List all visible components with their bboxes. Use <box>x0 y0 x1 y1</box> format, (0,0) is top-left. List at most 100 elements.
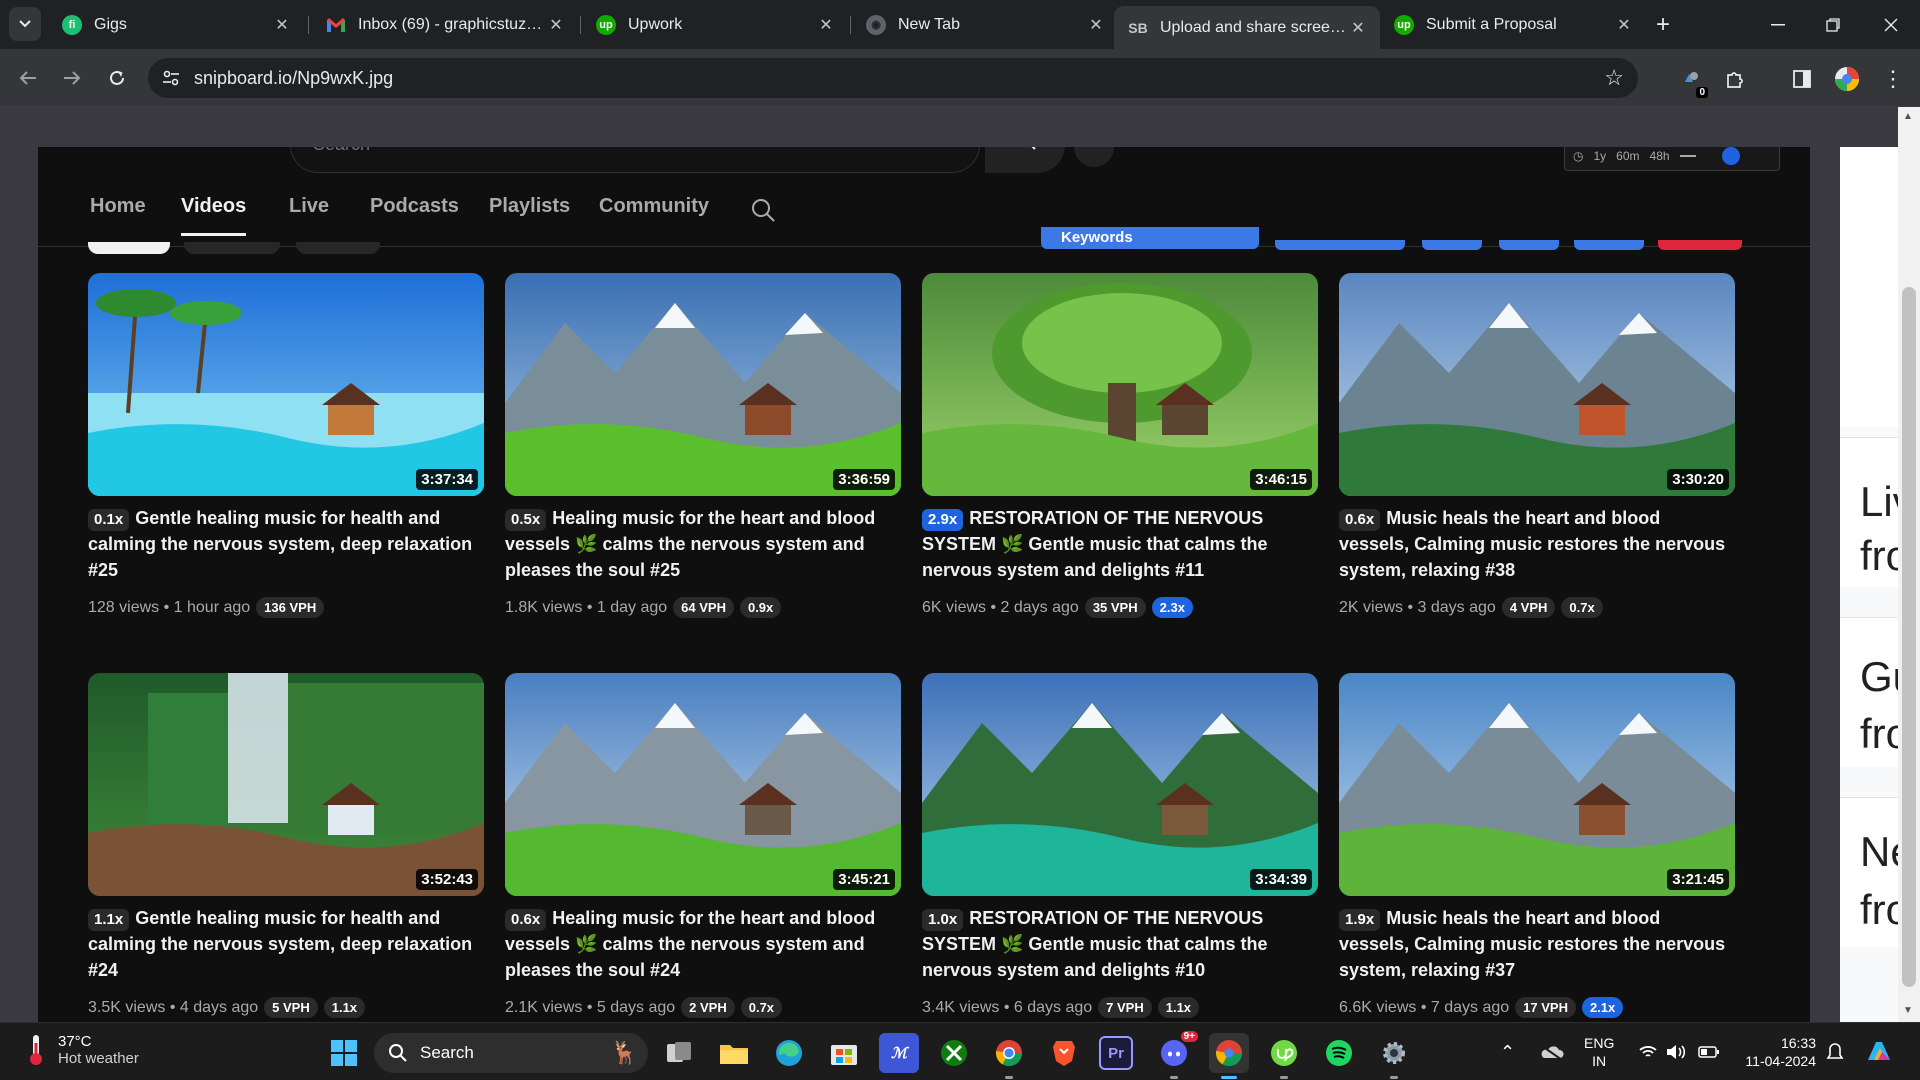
video-title-row: 1.9x Music heals the heart and blood vess… <box>1339 905 1735 983</box>
snipboard-icon: SB <box>1128 19 1148 36</box>
onedrive-icon[interactable] <box>1540 1023 1564 1080</box>
tab-snipboard[interactable]: SB Upload and share screensh ✕ <box>1114 6 1380 49</box>
clock-icon: ◷ <box>1573 149 1584 163</box>
battery-icon[interactable] <box>1698 1023 1720 1080</box>
brave-icon[interactable] <box>1044 1033 1084 1073</box>
tab-search-button[interactable] <box>9 7 41 41</box>
view-count: 1.8K views <box>505 599 583 616</box>
separator-dot: • <box>1416 999 1431 1016</box>
extension-icon[interactable]: 0 <box>1676 64 1708 98</box>
close-icon[interactable]: ✕ <box>816 15 836 35</box>
chevron-up-icon[interactable]: ⌃ <box>1500 1023 1515 1080</box>
windows-icon <box>331 1040 357 1066</box>
video-meta: 3.4K views • 6 days ago 7 VPH 1.1x <box>922 997 1200 1018</box>
wifi-icon[interactable] <box>1638 1023 1658 1080</box>
video-title: Music heals the heart and blood vessels,… <box>1339 908 1726 980</box>
tab-title: Inbox (69) - graphicstuzo@ <box>358 15 546 33</box>
upload-age: 4 days ago <box>179 999 259 1016</box>
close-icon[interactable]: ✕ <box>1086 15 1106 35</box>
app-icon[interactable]: ℳ <box>879 1033 919 1073</box>
upwork-icon: up <box>596 14 616 35</box>
video-thumbnail: 3:45:21 <box>505 673 901 896</box>
close-icon[interactable]: ✕ <box>1614 15 1634 35</box>
back-button[interactable] <box>12 62 44 94</box>
video-title: Gentle healing music for health and calm… <box>88 508 473 580</box>
video-meta: 6K views • 2 days ago 35 VPH 2.3x <box>922 597 1193 618</box>
ratio-pill: 1.1x <box>323 997 366 1018</box>
video-thumbnail: 3:30:20 <box>1339 273 1735 496</box>
new-tab-button[interactable]: + <box>1643 10 1683 40</box>
copilot-icon[interactable] <box>1864 1023 1894 1080</box>
tab-submit-proposal[interactable]: up Submit a Proposal ✕ <box>1380 6 1646 43</box>
menu-kebab-icon[interactable]: ⋮ <box>1878 64 1908 94</box>
separator-dot: • <box>582 999 597 1016</box>
duration-badge: 3:36:59 <box>833 469 895 490</box>
weather-widget[interactable]: 37°C Hot weather <box>24 1033 139 1067</box>
discord-icon[interactable]: 9+ <box>1154 1031 1198 1079</box>
lang-top: ENG <box>1584 1035 1615 1051</box>
video-title: Gentle healing music for health and calm… <box>88 908 473 980</box>
tab-gmail[interactable]: Inbox (69) - graphicstuzo@ ✕ <box>312 6 578 43</box>
start-button[interactable] <box>324 1033 364 1073</box>
tab-new-tab[interactable]: ◉ New Tab ✕ <box>852 6 1118 43</box>
search-highlight-icon: 🦌 <box>610 1040 638 1065</box>
clock-time: 16:33 <box>1780 1035 1816 1051</box>
edge-icon[interactable] <box>769 1033 809 1073</box>
video-meta: 1.8K views • 1 day ago 64 VPH 0.9x <box>505 597 782 618</box>
chrome-icon[interactable] <box>989 1033 1029 1079</box>
scroll-down-arrow-icon[interactable]: ▼ <box>1903 1005 1913 1016</box>
lang-bottom: IN <box>1592 1053 1607 1069</box>
file-explorer-icon[interactable] <box>714 1033 754 1073</box>
restore-button[interactable] <box>1813 10 1853 40</box>
reload-button[interactable] <box>101 62 133 94</box>
clock-date: 11-04-2024 <box>1745 1053 1816 1069</box>
ext-logo-icon <box>1721 147 1740 165</box>
windows-taskbar: 37°C Hot weather Search 🦌 ℳ Pr 9+ ⌃ ENG … <box>0 1022 1920 1080</box>
xbox-icon[interactable] <box>934 1033 974 1073</box>
tab-podcasts: Podcasts <box>370 195 459 217</box>
taskbar-search[interactable]: Search 🦌 <box>374 1033 648 1073</box>
tab-title: Upwork <box>628 15 683 33</box>
site-info-icon[interactable] <box>156 63 186 93</box>
notification-bell-icon[interactable] <box>1826 1023 1844 1080</box>
volume-icon[interactable] <box>1666 1023 1688 1080</box>
ratio-pill: 0.7x <box>740 997 783 1018</box>
puzzle-icon[interactable] <box>1720 64 1750 94</box>
view-count: 2K views <box>1339 599 1404 616</box>
close-icon[interactable]: ✕ <box>272 15 292 35</box>
yt-search-placeholder: Search <box>313 147 370 155</box>
upwork-icon[interactable] <box>1264 1033 1304 1079</box>
video-thumbnail: 3:34:39 <box>922 673 1318 896</box>
scrollbar-thumb[interactable] <box>1902 287 1916 987</box>
tab-community: Community <box>599 195 709 217</box>
close-window-button[interactable] <box>1871 10 1911 40</box>
separator-dot: • <box>1403 599 1418 616</box>
profile-avatar[interactable] <box>1832 64 1862 94</box>
task-view-icon[interactable] <box>659 1033 699 1073</box>
side-panel-icon[interactable] <box>1787 64 1817 94</box>
bookmark-star-icon[interactable]: ☆ <box>1604 65 1624 91</box>
minimize-button[interactable] <box>1758 10 1798 40</box>
upload-age: 1 hour ago <box>173 599 251 616</box>
language-indicator[interactable]: ENG IN <box>1584 1023 1614 1080</box>
forward-button[interactable] <box>56 62 88 94</box>
chrome-profile-icon[interactable] <box>1209 1033 1249 1079</box>
video-meta: 2K views • 3 days ago 4 VPH 0.7x <box>1339 597 1603 618</box>
premiere-pro-icon[interactable]: Pr <box>1099 1036 1133 1070</box>
scroll-up-arrow-icon[interactable]: ▲ <box>1903 111 1913 122</box>
tab-upwork[interactable]: up Upwork ✕ <box>582 6 848 43</box>
url-text: snipboard.io/Np9wxK.jpg <box>194 67 394 88</box>
search-icon <box>1031 147 1036 150</box>
video-title-row: 1.1x Gentle healing music for health and … <box>88 905 484 983</box>
page-scrollbar[interactable]: ▲ ▼ <box>1898 107 1920 1022</box>
spotify-icon[interactable] <box>1319 1033 1359 1073</box>
settings-gear-icon[interactable] <box>1374 1033 1414 1079</box>
upload-age: 6 days ago <box>1013 999 1093 1016</box>
tab-gigs[interactable]: fi Gigs ✕ <box>48 6 304 43</box>
microsoft-store-icon[interactable] <box>824 1033 864 1073</box>
video-title-row: 0.6x Music heals the heart and blood vess… <box>1339 505 1735 583</box>
close-icon[interactable]: ✕ <box>1348 18 1368 38</box>
clock[interactable]: 16:33 11-04-2024 <box>1736 1023 1816 1080</box>
close-icon[interactable]: ✕ <box>546 15 566 35</box>
address-bar[interactable]: snipboard.io/Np9wxK.jpg ☆ <box>148 58 1638 98</box>
